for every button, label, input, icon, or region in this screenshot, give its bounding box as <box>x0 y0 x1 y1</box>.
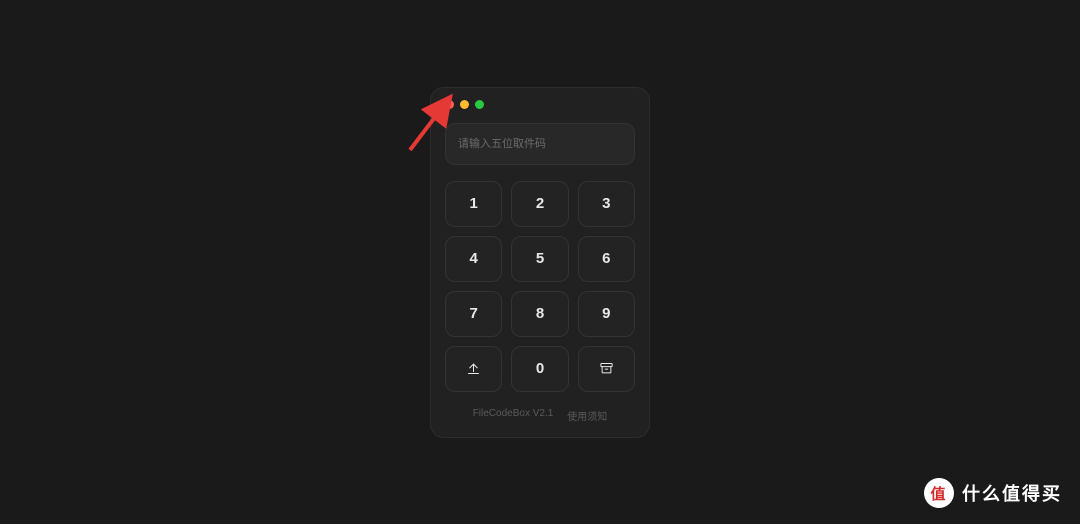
key-0[interactable]: 0 <box>511 346 568 392</box>
window-controls <box>445 100 635 109</box>
key-8[interactable]: 8 <box>511 291 568 337</box>
minimize-icon[interactable] <box>460 100 469 109</box>
key-2[interactable]: 2 <box>511 181 568 227</box>
keypad: 1 2 3 4 5 6 7 8 9 0 <box>445 181 635 392</box>
version-label[interactable]: FileCodeBox V2.1 <box>473 408 554 423</box>
pickup-code-input[interactable] <box>445 123 635 165</box>
key-7[interactable]: 7 <box>445 291 502 337</box>
close-icon[interactable] <box>445 100 454 109</box>
usage-notice-link[interactable]: 使用须知 <box>567 408 607 423</box>
watermark-text: 什么值得买 <box>962 480 1062 506</box>
card-footer: FileCodeBox V2.1 使用须知 <box>445 408 635 423</box>
key-9[interactable]: 9 <box>578 291 635 337</box>
key-1[interactable]: 1 <box>445 181 502 227</box>
archive-button[interactable] <box>578 346 635 392</box>
upload-icon <box>466 361 481 376</box>
watermark: 值 什么值得买 <box>924 478 1062 508</box>
maximize-icon[interactable] <box>475 100 484 109</box>
watermark-badge-icon: 值 <box>924 478 954 508</box>
archive-icon <box>599 361 614 376</box>
key-6[interactable]: 6 <box>578 236 635 282</box>
key-3[interactable]: 3 <box>578 181 635 227</box>
key-4[interactable]: 4 <box>445 236 502 282</box>
pickup-card: 1 2 3 4 5 6 7 8 9 0 FileCodeBox V2.1 使用须… <box>430 87 650 438</box>
key-5[interactable]: 5 <box>511 236 568 282</box>
upload-button[interactable] <box>445 346 502 392</box>
